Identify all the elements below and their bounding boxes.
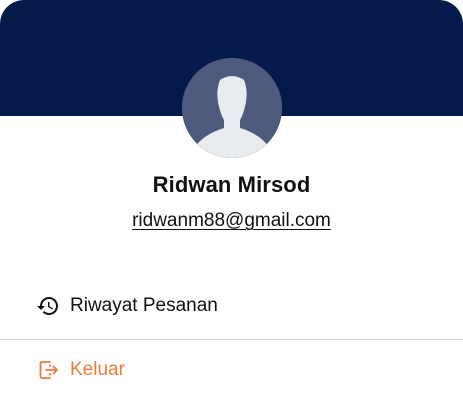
user-email-container: ridwanm88@gmail.com (0, 210, 463, 232)
menu-item-order-history-label: Riwayat Pesanan (70, 295, 218, 316)
user-email-link[interactable]: ridwanm88@gmail.com (132, 210, 331, 231)
profile-card: Ridwan Mirsod ridwanm88@gmail.com Riwaya… (0, 0, 463, 415)
menu-item-order-history[interactable]: Riwayat Pesanan (0, 286, 463, 326)
menu-item-logout[interactable]: Keluar (0, 350, 463, 390)
avatar (182, 58, 282, 158)
logout-icon (39, 361, 58, 379)
user-silhouette-icon (182, 58, 282, 158)
menu-item-logout-label: Keluar (70, 359, 125, 380)
user-name: Ridwan Mirsod (152, 172, 311, 197)
history-icon (37, 297, 58, 315)
menu-divider (0, 339, 463, 340)
